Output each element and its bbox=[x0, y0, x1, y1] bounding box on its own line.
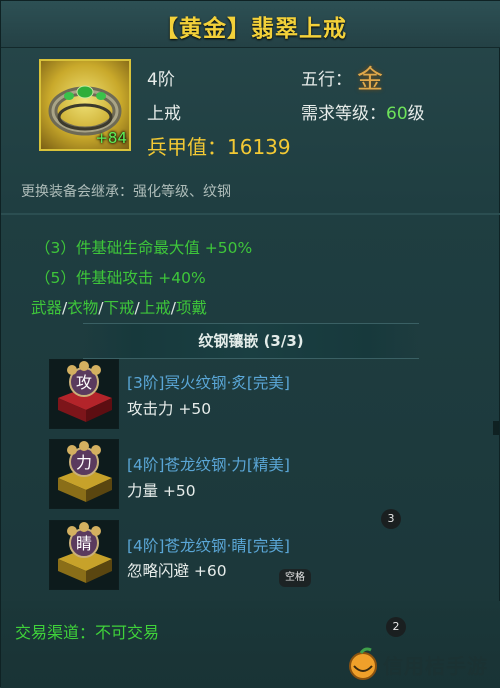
gem-section-header: 纹钢镶嵌 (3/3) bbox=[83, 323, 419, 359]
enhance-level: +84 bbox=[95, 129, 127, 147]
armor-number: 16139 bbox=[227, 135, 291, 159]
gem-slot-3[interactable]: 睛 bbox=[49, 520, 119, 590]
item-icon-slot[interactable]: +84 bbox=[39, 59, 131, 151]
set-part-clothes: 衣物 bbox=[67, 299, 99, 317]
gem-glyph: 睛 bbox=[76, 534, 92, 553]
set-bonus-5: （5）件基础攻击 +40% bbox=[35, 269, 206, 287]
armor-label: 兵甲值： bbox=[147, 135, 227, 159]
set-part-lower-ring: 下戒 bbox=[103, 299, 135, 317]
armor-value: 兵甲值：16139 bbox=[147, 131, 291, 160]
gem-icon: 攻 bbox=[58, 361, 112, 422]
set-part-upper-ring: 上戒 bbox=[139, 299, 171, 317]
gem-glyph: 攻 bbox=[76, 373, 92, 392]
set-part-necklace: 项戴 bbox=[176, 299, 208, 317]
required-level: 需求等级：60级 bbox=[301, 99, 425, 124]
set-parts-list: 武器/衣物/下戒/上戒/项戴 bbox=[31, 296, 207, 318]
gem-attr-3: 忽略闪避 +60 bbox=[127, 562, 227, 580]
set-part-weapon: 武器 bbox=[31, 299, 63, 317]
gem-icon: 力 bbox=[58, 441, 112, 502]
item-title: 【黄金】翡翠上戒 bbox=[155, 16, 347, 42]
gem-slot-2[interactable]: 力 bbox=[49, 439, 119, 509]
orange-logo-icon bbox=[349, 647, 377, 680]
overlay-badge-3: 3 bbox=[381, 509, 401, 529]
level-label: 需求等级： bbox=[301, 104, 386, 124]
wuxing-label: 五行： bbox=[301, 70, 352, 90]
gem-name-3: [4阶]苍龙纹钢·睛[完美] bbox=[127, 537, 290, 555]
watermark: 信用桔手游 bbox=[347, 644, 500, 684]
gem-glyph: 力 bbox=[76, 453, 92, 472]
trade-channel: 交易渠道：不可交易 bbox=[15, 623, 160, 642]
item-tier: 4阶 bbox=[147, 70, 175, 90]
gem-slot-1[interactable]: 攻 bbox=[49, 359, 119, 429]
inherit-note: 更换装备会继承：强化等级、纹钢 bbox=[21, 184, 231, 200]
gem-name-1: [3阶]冥火纹钢·炙[完美] bbox=[127, 374, 290, 392]
overlay-badge-2: 2 bbox=[386, 617, 406, 637]
scroll-edge bbox=[493, 421, 499, 435]
item-tooltip-panel: 【黄金】翡翠上戒 +84 4阶 上戒 五行： 金 需求等级：60级 兵甲值：16… bbox=[0, 0, 500, 688]
gem-icon: 睛 bbox=[58, 522, 112, 583]
gem-attr-1: 攻击力 +50 bbox=[127, 400, 212, 418]
gem-name-2: [4阶]苍龙纹钢·力[精美] bbox=[127, 456, 290, 474]
divider bbox=[1, 213, 500, 215]
space-key-hint: 空格 bbox=[279, 569, 311, 587]
item-type: 上戒 bbox=[147, 104, 181, 124]
watermark-text: 信用桔手游 bbox=[383, 654, 488, 678]
gem-attr-2: 力量 +50 bbox=[127, 482, 196, 500]
metal-element-icon: 金 bbox=[357, 65, 384, 95]
set-bonus-3: （3）件基础生命最大值 +50% bbox=[35, 239, 253, 257]
level-unit: 级 bbox=[407, 104, 425, 124]
title-bar: 【黄金】翡翠上戒 bbox=[1, 1, 500, 48]
level-value: 60 bbox=[386, 104, 408, 124]
